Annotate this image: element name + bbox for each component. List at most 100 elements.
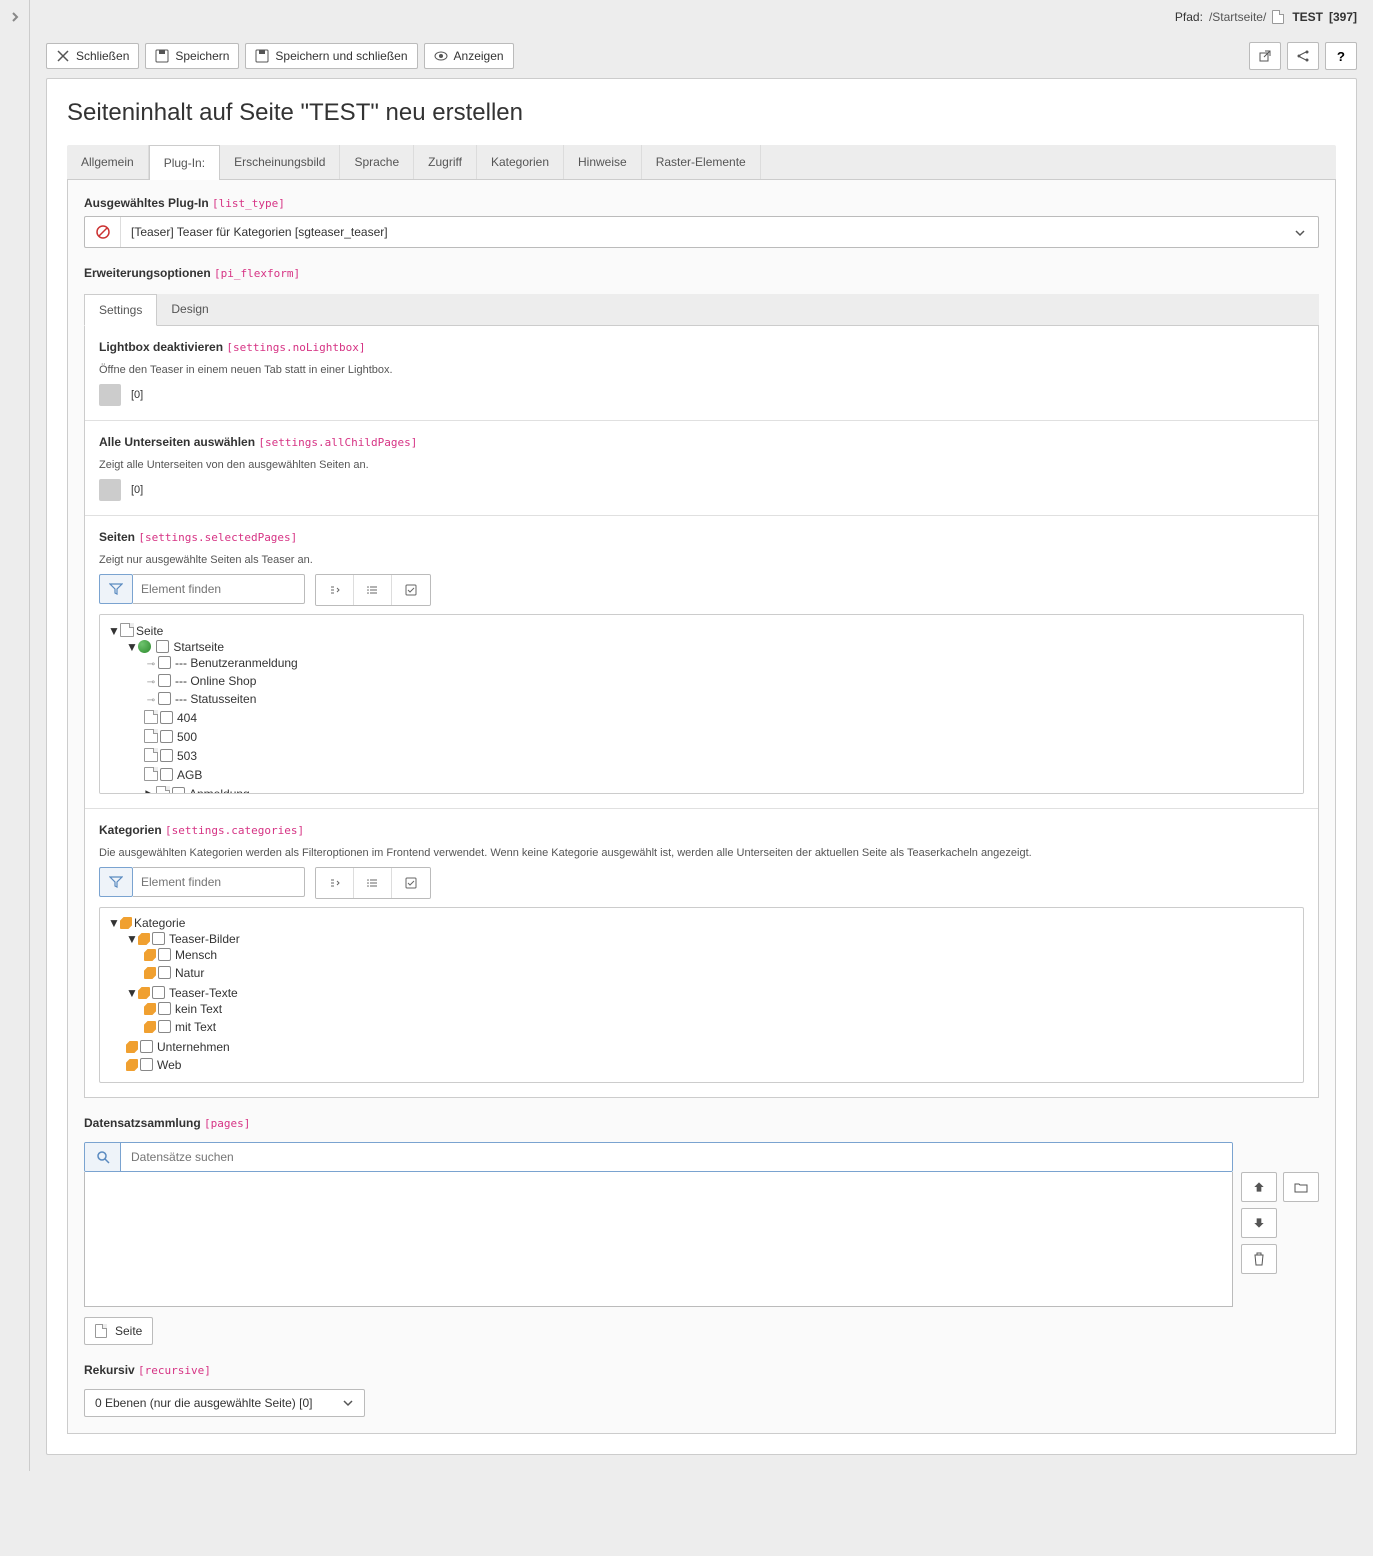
tree-checkbox[interactable] (156, 640, 169, 653)
pages-tree[interactable]: ▼ Seite ▼ Startseite ⊸ --- Benutzeranmeldu… (99, 614, 1304, 794)
tree-checkbox[interactable] (160, 711, 173, 724)
inner-tab-settings[interactable]: Settings (84, 294, 157, 326)
tree-item[interactable]: --- Online Shop (175, 674, 256, 688)
tree-checkbox[interactable] (158, 692, 171, 705)
tree-item[interactable]: 503 (177, 749, 197, 763)
pages-filter-toggle[interactable] (99, 574, 133, 604)
breadcrumb-root[interactable]: /Startseite/ (1209, 10, 1266, 24)
plugin-value: [Teaser] Teaser für Kategorien [sgteaser… (121, 217, 1282, 247)
tree-toggle[interactable]: ▶ (144, 787, 156, 794)
tree-checkbox[interactable] (140, 1040, 153, 1053)
breadcrumb-current[interactable]: TEST (1292, 10, 1323, 24)
tab-plugin[interactable]: Plug-In: (149, 145, 220, 180)
tree-toggle[interactable]: ▼ (126, 986, 138, 1000)
tree-item[interactable]: Teaser-Bilder (169, 932, 240, 946)
cats-filter-input[interactable] (133, 867, 305, 897)
share-button[interactable] (1287, 42, 1319, 70)
tag-icon (138, 933, 150, 945)
tree-checkbox[interactable] (158, 966, 171, 979)
help-button[interactable]: ? (1325, 42, 1357, 70)
cats-tree-checkall[interactable] (392, 868, 430, 898)
tree-root[interactable]: Kategorie (134, 916, 185, 930)
tree-item[interactable]: kein Text (175, 1002, 222, 1016)
separator-icon: ⊸ (144, 659, 158, 670)
tree-checkbox[interactable] (152, 932, 165, 945)
tree-checkbox[interactable] (160, 768, 173, 781)
tree-item[interactable]: mit Text (175, 1020, 216, 1034)
tree-checkbox[interactable] (158, 656, 171, 669)
tree-toggle[interactable]: ▼ (126, 640, 138, 654)
tree-checkbox[interactable] (158, 1002, 171, 1015)
records-browse[interactable] (1283, 1172, 1319, 1202)
tree-toggle[interactable]: ▼ (108, 624, 120, 638)
cats-help: Die ausgewählten Kategorien werden als F… (99, 847, 1304, 859)
tab-hinweise[interactable]: Hinweise (564, 145, 642, 179)
records-page-chip[interactable]: Seite (84, 1317, 153, 1345)
save-icon (155, 49, 169, 63)
tree-item[interactable]: Web (157, 1058, 181, 1072)
recursive-select[interactable]: 0 Ebenen (nur die ausgewählte Seite) [0] (84, 1389, 365, 1417)
tab-sprache[interactable]: Sprache (340, 145, 414, 179)
allchild-checkbox[interactable] (99, 479, 121, 501)
chevron-right-icon (10, 12, 20, 22)
tree-item[interactable]: Unternehmen (157, 1040, 230, 1054)
tree-item[interactable]: AGB (177, 768, 202, 782)
filter-icon (109, 875, 123, 889)
cats-tree-collapse[interactable] (316, 868, 354, 898)
tree-item[interactable]: Mensch (175, 948, 217, 962)
tree-item[interactable]: 404 (177, 711, 197, 725)
tree-item[interactable]: Startseite (173, 640, 224, 654)
pages-tree-collapse[interactable] (316, 575, 354, 605)
tab-erscheinungsbild[interactable]: Erscheinungsbild (220, 145, 340, 179)
view-button[interactable]: Anzeigen (424, 43, 514, 69)
tree-item[interactable]: Natur (175, 966, 204, 980)
tree-checkbox[interactable] (160, 749, 173, 762)
tab-kategorien[interactable]: Kategorien (477, 145, 564, 179)
pages-filter-input[interactable] (133, 574, 305, 604)
panel-collapse[interactable] (0, 0, 30, 1471)
tree-item[interactable]: 500 (177, 730, 197, 744)
cats-filter-toggle[interactable] (99, 867, 133, 897)
search-icon (96, 1150, 110, 1164)
separator-icon: ⊸ (144, 677, 158, 688)
cats-code: [settings.categories] (165, 824, 304, 837)
tree-checkbox[interactable] (152, 986, 165, 999)
save-close-button[interactable]: Speichern und schließen (245, 43, 417, 69)
cats-label: Kategorien (99, 823, 162, 837)
tree-checkbox[interactable] (158, 674, 171, 687)
tab-zugriff[interactable]: Zugriff (414, 145, 477, 179)
tab-raster[interactable]: Raster-Elemente (642, 145, 761, 179)
page-icon (120, 623, 134, 637)
save-button[interactable]: Speichern (145, 43, 239, 69)
tree-item[interactable]: --- Statusseiten (175, 692, 256, 706)
inner-tab-design[interactable]: Design (157, 294, 222, 325)
nolightbox-checkbox[interactable] (99, 384, 121, 406)
tree-item[interactable]: --- Benutzeranmeldung (175, 656, 298, 670)
tree-toggle[interactable]: ▼ (126, 932, 138, 946)
pages-tree-expand[interactable] (354, 575, 392, 605)
tree-checkbox[interactable] (158, 1020, 171, 1033)
plugin-code: [list_type] (212, 197, 285, 210)
tree-toggle[interactable]: ▼ (108, 916, 120, 930)
records-move-down[interactable] (1241, 1208, 1277, 1238)
tree-checkbox[interactable] (158, 948, 171, 961)
records-list[interactable] (84, 1172, 1233, 1307)
records-search-input[interactable] (121, 1143, 1232, 1171)
records-delete[interactable] (1241, 1244, 1277, 1274)
open-new-button[interactable] (1249, 42, 1281, 70)
plugin-select[interactable]: [Teaser] Teaser für Kategorien [sgteaser… (84, 216, 1319, 248)
tree-item[interactable]: Anmeldung (189, 787, 250, 794)
cats-tree-expand[interactable] (354, 868, 392, 898)
tree-checkbox[interactable] (140, 1058, 153, 1071)
collapse-icon (329, 584, 341, 596)
tree-checkbox[interactable] (160, 730, 173, 743)
tab-allgemein[interactable]: Allgemein (67, 145, 149, 179)
tree-checkbox[interactable] (172, 787, 185, 794)
recursive-value: 0 Ebenen (nur die ausgewählte Seite) [0] (95, 1396, 312, 1410)
tree-item[interactable]: Teaser-Texte (169, 986, 238, 1000)
records-move-up[interactable] (1241, 1172, 1277, 1202)
cats-tree[interactable]: ▼ Kategorie ▼ Teaser-Bilder Mensch Natur (99, 907, 1304, 1083)
close-button[interactable]: Schließen (46, 43, 139, 69)
tree-root[interactable]: Seite (136, 624, 163, 638)
pages-tree-checkall[interactable] (392, 575, 430, 605)
